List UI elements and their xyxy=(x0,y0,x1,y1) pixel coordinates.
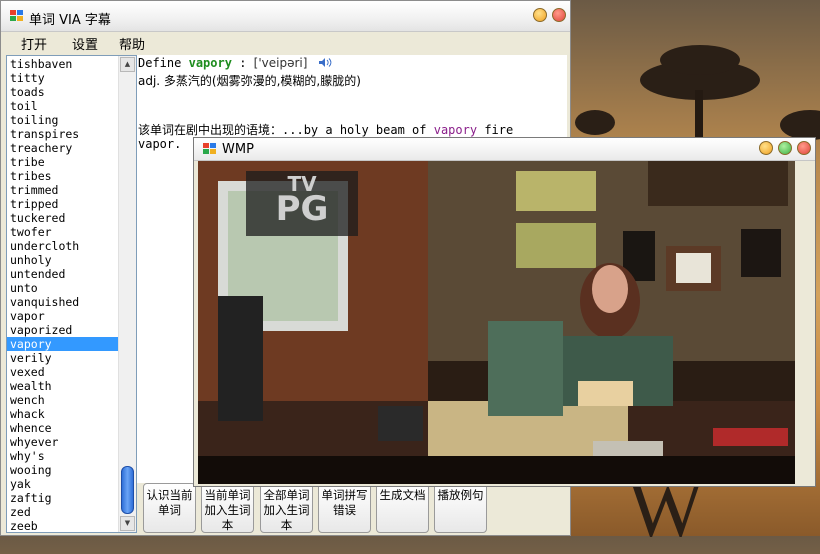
context-line-2: vapor. xyxy=(138,137,182,151)
list-item[interactable]: tishbaven xyxy=(7,57,120,71)
menu-bar: 打开 设置 帮助 xyxy=(1,32,570,53)
list-item[interactable]: whyever xyxy=(7,435,120,449)
list-item[interactable]: verily xyxy=(7,351,120,365)
list-item[interactable]: tribe xyxy=(7,155,120,169)
menu-help[interactable]: 帮助 xyxy=(119,34,145,53)
list-item[interactable]: why's xyxy=(7,449,120,463)
list-item[interactable]: wooing xyxy=(7,463,120,477)
list-item[interactable]: whack xyxy=(7,407,120,421)
add-all-words-button[interactable]: 全部单词加入生词本 xyxy=(260,483,313,533)
video-frame[interactable]: TV PG xyxy=(198,161,795,484)
list-item[interactable]: unto xyxy=(7,281,120,295)
wmp-app-icon xyxy=(203,143,216,154)
list-item[interactable]: vapor xyxy=(7,309,120,323)
wmp-window-title: WMP xyxy=(222,142,254,157)
list-item[interactable]: vanquished xyxy=(7,295,120,309)
close-icon[interactable] xyxy=(552,8,566,22)
list-item[interactable]: twofer xyxy=(7,225,120,239)
context-word: vapory xyxy=(433,123,478,137)
list-item[interactable]: undercloth xyxy=(7,239,120,253)
definition-colon: : xyxy=(239,56,247,70)
list-item[interactable]: tripped xyxy=(7,197,120,211)
context-after: fire xyxy=(477,123,514,137)
list-item[interactable]: trimmed xyxy=(7,183,120,197)
list-item[interactable]: toil xyxy=(7,99,120,113)
definition-header: Define vapory : ['veipəri] xyxy=(138,56,332,70)
play-example-button[interactable]: 播放例句 xyxy=(434,483,487,533)
wmp-maximize-icon[interactable] xyxy=(778,141,792,155)
list-item[interactable]: zed xyxy=(7,505,120,519)
definition-meaning: adj. 多蒸汽的(烟雾弥漫的,模糊的,朦胧的) xyxy=(138,74,361,88)
list-item[interactable]: titty xyxy=(7,71,120,85)
list-item[interactable]: vexed xyxy=(7,365,120,379)
list-item[interactable]: zaftig xyxy=(7,491,120,505)
list-item[interactable]: whence xyxy=(7,421,120,435)
wmp-close-icon[interactable] xyxy=(797,141,811,155)
word-list-scrollbar[interactable]: ▲ ▼ xyxy=(118,56,136,532)
scroll-up-icon[interactable]: ▲ xyxy=(120,57,135,72)
list-item[interactable]: toads xyxy=(7,85,120,99)
list-item[interactable]: yak xyxy=(7,477,120,491)
phonetic: ['veipəri] xyxy=(253,56,308,70)
list-item[interactable]: transpires xyxy=(7,127,120,141)
spelling-error-button[interactable]: 单词拼写错误 xyxy=(318,483,371,533)
wmp-minimize-icon[interactable] xyxy=(759,141,773,155)
main-title-bar[interactable]: 单词 VIA 字幕 xyxy=(1,1,570,32)
list-item[interactable]: zeeb xyxy=(7,519,120,532)
wmp-title-bar[interactable]: WMP xyxy=(194,138,815,161)
list-item[interactable]: treachery xyxy=(7,141,120,155)
context-line: 该单词在剧中出现的语境：...by a holy beam of vapory … xyxy=(138,121,513,138)
define-prefix: Define xyxy=(138,56,182,70)
list-item[interactable]: tuckered xyxy=(7,211,120,225)
word-list[interactable]: tishbaven titty toads toil toiling transpires… xyxy=(6,55,137,533)
context-before: ...by a holy beam of xyxy=(282,123,434,137)
app-icon xyxy=(10,10,23,21)
list-item[interactable]: tribes xyxy=(7,169,120,183)
list-item[interactable]: wench xyxy=(7,393,120,407)
wmp-window: WMP TV PG xyxy=(193,137,816,487)
tv-rating-badge: TV PG xyxy=(254,174,350,229)
scroll-thumb[interactable] xyxy=(121,466,134,514)
context-label: 该单词在剧中出现的语境： xyxy=(138,123,283,137)
list-item[interactable]: unholy xyxy=(7,253,120,267)
generate-doc-button[interactable]: 生成文档 xyxy=(376,483,429,533)
scroll-down-icon[interactable]: ▼ xyxy=(120,516,135,531)
list-item[interactable]: vaporized xyxy=(7,323,120,337)
main-window-title: 单词 VIA 字幕 xyxy=(29,13,111,28)
minimize-icon[interactable] xyxy=(533,8,547,22)
definition-word: vapory xyxy=(188,56,232,70)
know-word-button[interactable]: 认识当前单词 xyxy=(143,483,196,533)
menu-settings[interactable]: 设置 xyxy=(72,34,98,53)
word-list-items: tishbaven titty toads toil toiling transpires… xyxy=(7,57,120,532)
list-item[interactable]: untended xyxy=(7,267,120,281)
rating-pg: PG xyxy=(275,189,329,229)
menu-open[interactable]: 打开 xyxy=(21,34,47,53)
list-item[interactable]: wealth xyxy=(7,379,120,393)
list-item[interactable]: vapory xyxy=(7,337,120,351)
list-item[interactable]: toiling xyxy=(7,113,120,127)
speaker-icon[interactable] xyxy=(318,57,332,68)
add-word-to-book-button[interactable]: 当前单词加入生词本 xyxy=(201,483,254,533)
